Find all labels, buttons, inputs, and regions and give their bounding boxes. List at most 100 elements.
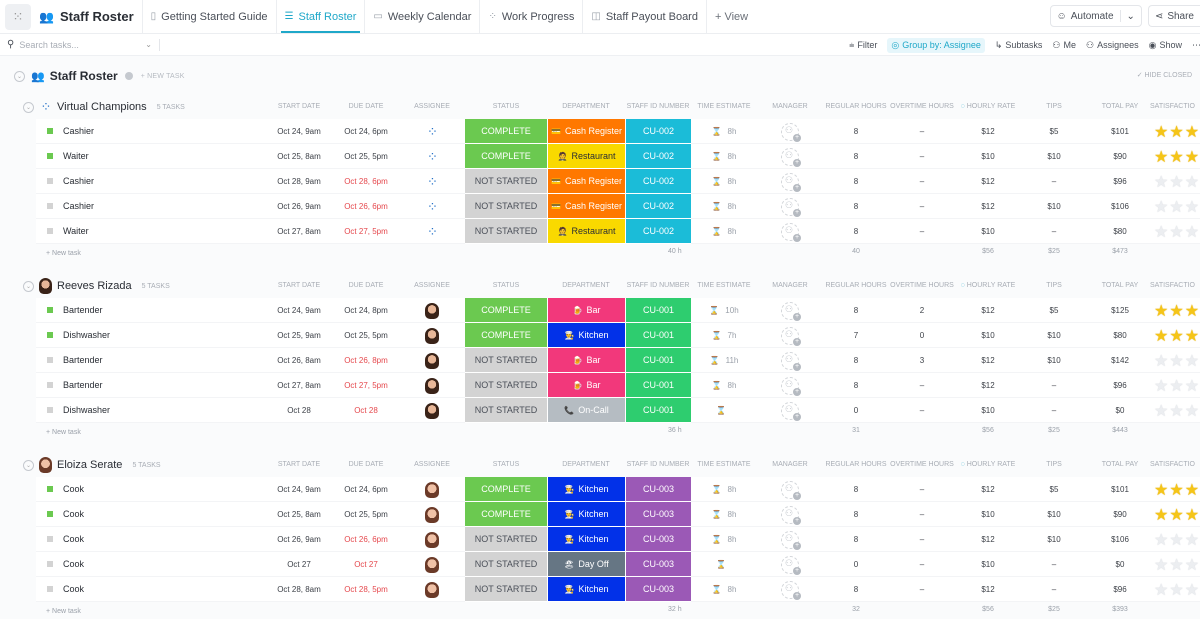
- start-date[interactable]: Oct 28, 8am: [264, 577, 334, 602]
- tips[interactable]: –: [1029, 552, 1079, 577]
- tips[interactable]: $10: [1029, 527, 1079, 552]
- time-estimate[interactable]: ⌛ 8h: [694, 194, 754, 219]
- regular-hours[interactable]: 8: [831, 219, 881, 244]
- time-estimate[interactable]: ⌛ 8h: [694, 219, 754, 244]
- satisfaction-rating[interactable]: ★ ★ ★: [1154, 477, 1199, 502]
- manager-picker[interactable]: [770, 373, 810, 398]
- overtime-hours[interactable]: 3: [897, 348, 947, 373]
- due-date[interactable]: Oct 27, 5pm: [331, 373, 401, 398]
- staff-id-badge[interactable]: CU-002: [625, 144, 691, 169]
- column-header-satisfaction[interactable]: SATISFACTIO: [1150, 461, 1200, 468]
- staff-id-badge[interactable]: CU-001: [625, 348, 691, 373]
- task-row[interactable]: Cook Oct 27 Oct 27 NOT STARTED 🏖 Day Off CU-00…: [36, 552, 1200, 577]
- column-header-status[interactable]: STATUS: [466, 103, 546, 110]
- star-icon[interactable]: ★: [1169, 351, 1183, 371]
- due-date[interactable]: Oct 26, 8pm: [331, 348, 401, 373]
- task-row[interactable]: Cook Oct 26, 9am Oct 26, 6pm NOT STARTED 👨‍🍳…: [36, 527, 1200, 552]
- department-badge[interactable]: 👨‍🍳 Kitchen: [547, 502, 625, 527]
- assignee-avatar[interactable]: ⁘: [412, 219, 452, 244]
- star-icon[interactable]: ★: [1154, 376, 1168, 396]
- start-date[interactable]: Oct 27, 8am: [264, 219, 334, 244]
- star-icon[interactable]: ★: [1169, 197, 1183, 217]
- star-icon[interactable]: ★: [1185, 122, 1199, 142]
- manager-picker[interactable]: [770, 552, 810, 577]
- staff-id-badge[interactable]: CU-002: [625, 169, 691, 194]
- start-date[interactable]: Oct 24, 9am: [264, 119, 334, 144]
- info-icon[interactable]: [124, 72, 133, 80]
- new-task-button[interactable]: + New task: [46, 429, 81, 436]
- tips[interactable]: $10: [1029, 323, 1079, 348]
- hide-closed-toggle[interactable]: ✓ HIDE CLOSED: [1137, 71, 1192, 79]
- staff-id-badge[interactable]: CU-001: [625, 373, 691, 398]
- assignee-avatar[interactable]: [412, 298, 452, 323]
- task-name[interactable]: Cook: [63, 559, 84, 569]
- due-date[interactable]: Oct 27: [331, 552, 401, 577]
- star-icon[interactable]: ★: [1185, 401, 1199, 421]
- star-icon[interactable]: ★: [1169, 122, 1183, 142]
- manager-picker[interactable]: [770, 527, 810, 552]
- start-date[interactable]: Oct 25, 8am: [264, 502, 334, 527]
- star-icon[interactable]: ★: [1169, 172, 1183, 192]
- start-date[interactable]: Oct 28, 9am: [264, 169, 334, 194]
- staff-id-badge[interactable]: CU-002: [625, 194, 691, 219]
- regular-hours[interactable]: 8: [831, 194, 881, 219]
- chevron-down-icon[interactable]: ⌄: [1127, 11, 1135, 22]
- manager-picker[interactable]: [770, 169, 810, 194]
- start-date[interactable]: Oct 24, 9am: [264, 298, 334, 323]
- due-date[interactable]: Oct 24, 6pm: [331, 119, 401, 144]
- start-date[interactable]: Oct 26, 9am: [264, 527, 334, 552]
- star-icon[interactable]: ★: [1154, 301, 1168, 321]
- task-row[interactable]: Cashier Oct 24, 9am Oct 24, 6pm ⁘ COMPLETE 💳 C…: [36, 119, 1200, 144]
- status-badge[interactable]: NOT STARTED: [464, 552, 548, 577]
- regular-hours[interactable]: 8: [831, 527, 881, 552]
- tips[interactable]: $10: [1029, 348, 1079, 373]
- manager-picker[interactable]: [770, 144, 810, 169]
- status-badge[interactable]: NOT STARTED: [464, 527, 548, 552]
- task-name[interactable]: Waiter: [63, 226, 89, 236]
- start-date[interactable]: Oct 27, 8am: [264, 373, 334, 398]
- tab-staff-roster[interactable]: ☰ Staff Roster: [275, 0, 365, 33]
- task-name[interactable]: Cashier: [63, 176, 94, 186]
- status-badge[interactable]: NOT STARTED: [464, 348, 548, 373]
- start-date[interactable]: Oct 26, 9am: [264, 194, 334, 219]
- column-header-department[interactable]: DEPARTMENT: [546, 103, 626, 110]
- star-icon[interactable]: ★: [1185, 480, 1199, 500]
- overtime-hours[interactable]: –: [897, 119, 947, 144]
- star-icon[interactable]: ★: [1154, 480, 1168, 500]
- star-icon[interactable]: ★: [1154, 505, 1168, 525]
- due-date[interactable]: Oct 28, 5pm: [331, 577, 401, 602]
- status-square[interactable]: [47, 486, 53, 492]
- overtime-hours[interactable]: –: [897, 194, 947, 219]
- star-icon[interactable]: ★: [1185, 197, 1199, 217]
- manager-picker[interactable]: [770, 194, 810, 219]
- regular-hours[interactable]: 7: [831, 323, 881, 348]
- assignee-avatar[interactable]: [412, 552, 452, 577]
- column-header-status[interactable]: STATUS: [466, 282, 546, 289]
- manager-picker[interactable]: [770, 398, 810, 423]
- automate-button[interactable]: ☺ Automate ⌄: [1049, 5, 1142, 27]
- collapse-toggle[interactable]: ⌄: [23, 101, 34, 113]
- chevron-down-icon[interactable]: ⌄: [145, 40, 152, 49]
- satisfaction-rating[interactable]: ★ ★ ★: [1154, 577, 1199, 602]
- status-square[interactable]: [47, 307, 53, 313]
- star-icon[interactable]: ★: [1169, 376, 1183, 396]
- manager-picker[interactable]: [770, 577, 810, 602]
- overtime-hours[interactable]: –: [897, 219, 947, 244]
- overtime-hours[interactable]: –: [897, 398, 947, 423]
- star-icon[interactable]: ★: [1154, 351, 1168, 371]
- department-badge[interactable]: 👨‍🍳 Kitchen: [547, 323, 625, 348]
- assignee-avatar[interactable]: [412, 477, 452, 502]
- new-task-button[interactable]: + New task: [46, 250, 81, 257]
- tips[interactable]: $10: [1029, 502, 1079, 527]
- department-badge[interactable]: 🍺 Bar: [547, 373, 625, 398]
- star-icon[interactable]: ★: [1169, 580, 1183, 600]
- manager-picker[interactable]: [770, 348, 810, 373]
- task-row[interactable]: Cook Oct 28, 8am Oct 28, 5pm NOT STARTED 👨‍🍳…: [36, 577, 1200, 602]
- star-icon[interactable]: ★: [1185, 172, 1199, 192]
- task-name[interactable]: Dishwasher: [63, 330, 110, 340]
- regular-hours[interactable]: 8: [831, 477, 881, 502]
- tips[interactable]: $10: [1029, 194, 1079, 219]
- star-icon[interactable]: ★: [1185, 147, 1199, 167]
- start-date[interactable]: Oct 26, 8am: [264, 348, 334, 373]
- task-name[interactable]: Bartender: [63, 355, 103, 365]
